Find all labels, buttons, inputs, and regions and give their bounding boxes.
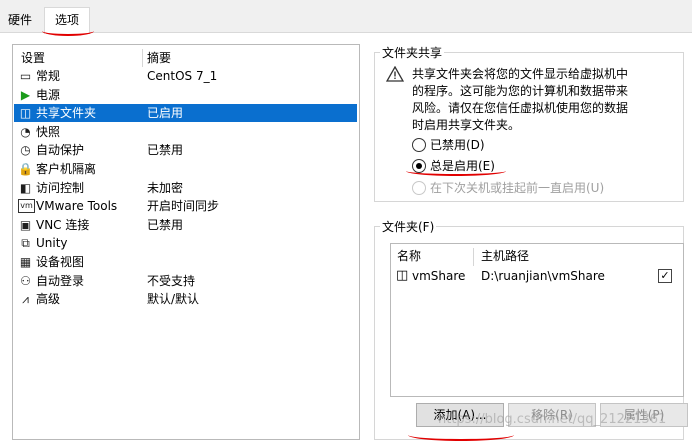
lock-icon: 🔒 xyxy=(18,162,33,176)
folder-host-path: D:\ruanjian\vmShare xyxy=(481,269,605,283)
settings-row[interactable]: 🔒 客户机隔离 xyxy=(14,160,357,178)
settings-row-name: 设备视图 xyxy=(36,255,85,269)
column-header-summary[interactable]: 摘要 xyxy=(147,49,171,67)
users-icon: ⚇ xyxy=(20,273,31,288)
radio-label: 在下次关机或挂起前一直启用(U) xyxy=(430,181,605,195)
folder-sharing-title: 文件夹共享 xyxy=(380,44,445,61)
tab-hardware[interactable]: 硬件 xyxy=(0,9,40,32)
radio-button[interactable] xyxy=(412,181,426,195)
settings-row-summary: 未加密 xyxy=(147,180,184,195)
warning-line: 共享文件夹会将您的文件显示给虚拟机中 xyxy=(412,67,629,81)
vmware-tools-icon: vm xyxy=(18,199,35,214)
settings-row-summary: 开启时间同步 xyxy=(147,199,220,214)
settings-row[interactable]: ⧉ Unity xyxy=(14,234,357,252)
settings-row[interactable]: ▦ 设备视图 xyxy=(14,253,357,271)
radio-label: 已禁用(D) xyxy=(430,138,485,152)
folders-title: 文件夹(F) xyxy=(380,218,437,235)
folder-row[interactable]: ◫ vmShare D:\ruanjian\vmShare ✓ xyxy=(392,265,682,287)
warning-line: 的程序。这可能为您的计算机和数据带来 xyxy=(412,84,629,98)
settings-row-summary: 已启用 xyxy=(147,106,184,121)
settings-row-summary: 已禁用 xyxy=(147,217,184,232)
settings-row-name: 访问控制 xyxy=(36,180,85,195)
red-annotation-underline xyxy=(406,166,506,176)
folder-enabled-checkbox[interactable]: ✓ xyxy=(658,269,672,283)
advanced-icon: ⩘ xyxy=(22,292,29,307)
warning-line: 风险。请仅在您信任虚拟机使用您的数据 xyxy=(412,101,629,115)
settings-row-summary: 默认/默认 xyxy=(147,292,200,307)
red-annotation-underline xyxy=(42,26,94,36)
settings-row-name: 常规 xyxy=(36,69,61,83)
vnc-icon: ▣ xyxy=(19,217,32,232)
folder-name: vmShare xyxy=(412,269,466,283)
settings-row[interactable]: ⩘ 高级 默认/默认 xyxy=(14,290,357,308)
column-header-name[interactable]: 名称 xyxy=(397,248,421,264)
warning-triangle-icon xyxy=(386,66,404,82)
settings-row[interactable]: ⚇ 自动登录 不受支持 xyxy=(14,272,357,290)
folders-list[interactable]: 名称 主机路径 ◫ vmShare D:\ruanjian\vmShare ✓ xyxy=(390,243,684,397)
power-play-icon: ▶ xyxy=(20,87,31,102)
column-header-setting[interactable]: 设置 xyxy=(21,49,45,67)
access-control-icon: ◧ xyxy=(19,180,32,195)
column-header-host-path[interactable]: 主机路径 xyxy=(481,248,529,264)
snapshot-icon: ◔ xyxy=(20,124,31,139)
settings-row-name: 共享文件夹 xyxy=(36,106,97,121)
settings-row[interactable]: ▣ VNC 连接 已禁用 xyxy=(14,216,357,234)
settings-row-summary: 不受支持 xyxy=(147,273,196,288)
radio-button[interactable] xyxy=(412,138,426,152)
settings-row[interactable]: ▶ 电源 xyxy=(14,86,357,104)
column-divider xyxy=(473,248,474,266)
auto-protect-icon: ◷ xyxy=(20,143,31,158)
settings-row-name: 快照 xyxy=(36,124,61,139)
settings-row-name: VMware Tools xyxy=(36,199,118,214)
settings-row[interactable]: ◷ 自动保护 已禁用 xyxy=(14,141,357,159)
settings-row-summary: CentOS 7_1 xyxy=(147,69,218,83)
settings-row-name: 自动登录 xyxy=(36,273,85,288)
shared-folder-icon: ◫ xyxy=(19,106,32,121)
device-view-icon: ▦ xyxy=(19,255,32,269)
settings-list[interactable]: 设置 摘要 ▭ 常规 CentOS 7_1 ▶ 电源 ◫ 共享文件夹 已启用 ◔ 快照 ◷ 自动保护已… xyxy=(12,44,360,440)
column-divider xyxy=(142,49,143,67)
settings-row[interactable]: ▭ 常规 CentOS 7_1 xyxy=(14,67,357,85)
settings-row-name: VNC 连接 xyxy=(36,217,90,232)
red-annotation-underline xyxy=(408,429,514,441)
shared-folder-icon: ◫ xyxy=(396,268,409,283)
settings-row[interactable]: ◧ 访问控制 未加密 xyxy=(14,179,357,197)
settings-row[interactable]: ◫ 共享文件夹 已启用 xyxy=(14,104,357,123)
settings-row[interactable]: ◔ 快照 xyxy=(14,123,357,141)
settings-row-name: 客户机隔离 xyxy=(36,162,97,176)
settings-row-name: 自动保护 xyxy=(36,143,85,158)
window-icon: ▭ xyxy=(19,69,32,83)
settings-row-name: 高级 xyxy=(36,292,61,307)
tab-bar: 硬件 选项 xyxy=(0,0,692,34)
unity-icon: ⧉ xyxy=(21,236,30,251)
warning-line: 时启用共享文件夹。 xyxy=(412,118,521,132)
settings-row[interactable]: vm VMware Tools 开启时间同步 xyxy=(14,197,357,215)
settings-row-name: Unity xyxy=(36,236,68,251)
sharing-warning-text: 共享文件夹会将您的文件显示给虚拟机中 的程序。这可能为您的计算机和数据带来 风险… xyxy=(412,66,662,134)
settings-row-name: 电源 xyxy=(36,87,61,102)
settings-row-summary: 已禁用 xyxy=(147,143,184,158)
watermark: https://blog.csdn.net/qq_21221361 xyxy=(438,412,667,427)
